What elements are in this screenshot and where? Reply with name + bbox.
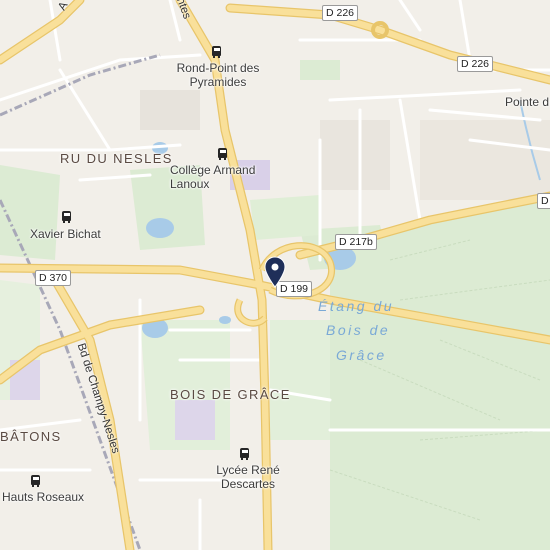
- bus-stop-label[interactable]: Lycée René Descartes: [206, 463, 290, 492]
- bus-stop-icon[interactable]: [240, 448, 249, 460]
- water-label-line3: Grâce: [336, 347, 387, 363]
- bus-stop-label[interactable]: Rond-Point des Pyramides: [166, 61, 270, 90]
- area-label-bois-de-grace: BOIS DE GRÂCE: [170, 387, 291, 402]
- road-shield-d226-top: D 226: [322, 5, 359, 21]
- road-shield-d226-right: D 226: [457, 56, 494, 72]
- bus-stop-icon[interactable]: [218, 148, 227, 160]
- place-label-pointe-d: Pointe d: [505, 95, 550, 109]
- water-label-line1: Étang du: [318, 298, 395, 314]
- location-pin-icon[interactable]: [264, 256, 286, 288]
- road-shield-d370: D 370: [35, 270, 72, 286]
- bus-stop-icon[interactable]: [212, 46, 221, 58]
- bus-stop-icon[interactable]: [31, 475, 40, 487]
- road-shield-d-edge: D: [537, 193, 550, 209]
- bus-stop-icon[interactable]: [62, 211, 71, 223]
- area-label-batons: BÂTONS: [0, 429, 62, 444]
- bus-stop-label[interactable]: Xavier Bichat: [30, 227, 101, 242]
- bus-stop-label[interactable]: Hauts Roseaux: [2, 490, 84, 505]
- water-label-line2: Bois de: [326, 322, 391, 338]
- area-label-ru-du-nesles: RU DU NESLES: [60, 151, 173, 166]
- map-canvas[interactable]: RU DU NESLES BOIS DE GRÂCE BÂTONS Pointe…: [0, 0, 550, 550]
- road-shield-d217b: D 217b: [335, 234, 377, 250]
- bus-stop-label[interactable]: Collège Armand Lanoux: [170, 163, 280, 192]
